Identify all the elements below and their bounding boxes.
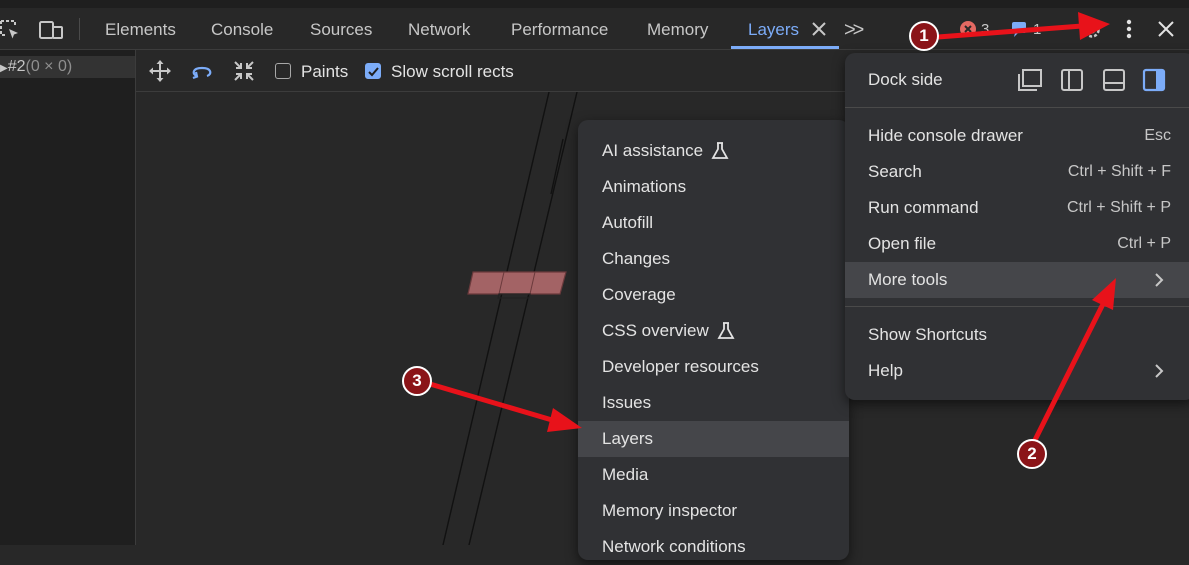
slow-scroll-rects-label: Slow scroll rects <box>391 62 514 81</box>
menu-item-issues[interactable]: Issues <box>578 385 849 421</box>
menu-item-label: More tools <box>868 270 948 289</box>
menu-item-animations[interactable]: Animations <box>578 169 849 205</box>
menu-item-shortcut: Ctrl + Shift + P <box>1066 199 1171 216</box>
tab-network[interactable]: Network <box>408 8 470 50</box>
annotation-badge-1: 1 <box>909 21 939 51</box>
menu-item-shortcut: Esc <box>1144 127 1171 144</box>
menu-item-label: Hide console drawer <box>868 126 1023 145</box>
menu-item-shortcut: Ctrl + P <box>1117 235 1171 252</box>
menu-separator <box>845 107 1189 108</box>
menu-item-label: Issues <box>602 393 652 412</box>
close-devtools-icon[interactable] <box>1156 19 1180 43</box>
menu-item-label: Media <box>602 465 649 484</box>
toolbar-divider <box>79 18 80 40</box>
menu-item-label: Open file <box>868 234 937 253</box>
device-toolbar-icon[interactable] <box>38 18 63 42</box>
experiment-flask-icon <box>710 141 730 161</box>
menu-item-label: Changes <box>602 249 671 268</box>
menu-item-shortcut: Ctrl + Shift + F <box>1067 163 1171 180</box>
paints-checkbox[interactable] <box>275 63 291 79</box>
menu-item-label: Help <box>868 361 903 380</box>
menu-item-show-shortcuts[interactable]: Show Shortcuts <box>845 317 1189 353</box>
annotation-badge-3: 3 <box>402 366 432 396</box>
menu-item-coverage[interactable]: Coverage <box>578 277 849 313</box>
menu-item-label: Show Shortcuts <box>868 325 988 344</box>
layer-outline <box>442 92 578 545</box>
dock-side-row: Dock side <box>845 62 1185 98</box>
customize-menu-icon[interactable] <box>1117 17 1141 41</box>
layer-node-label: #2 <box>7 58 26 75</box>
menu-item-network-conditions[interactable]: Network conditions <box>578 529 849 565</box>
layer-tree-panel: ▶#2(0 × 0) <box>0 50 136 545</box>
menu-item-label: Run command <box>868 198 979 217</box>
slow-scroll-rect <box>467 271 567 299</box>
layer-tree-node[interactable]: ▶#2(0 × 0) <box>0 56 135 78</box>
expand-arrow-icon[interactable]: ▶ <box>0 63 8 74</box>
menu-item-label: Layers <box>602 429 654 448</box>
tab-layers[interactable]: Layers <box>748 8 799 50</box>
message-icon[interactable] <box>1010 20 1034 44</box>
experiment-flask-icon <box>716 321 736 341</box>
settings-icon[interactable] <box>1082 20 1106 44</box>
tab-sources[interactable]: Sources <box>310 8 372 50</box>
reset-view-icon[interactable] <box>232 59 256 83</box>
tab-performance[interactable]: Performance <box>511 8 608 50</box>
menu-item-run-command[interactable]: Run command Ctrl + Shift + P <box>845 190 1189 226</box>
dock-side-label: Dock side <box>868 70 943 89</box>
tab-elements[interactable]: Elements <box>105 8 176 50</box>
customize-devtools-menu: Dock side Hide console drawer Esc Search… <box>845 53 1189 400</box>
menu-item-memory-inspector[interactable]: Memory inspector <box>578 493 849 529</box>
menu-item-css-overview[interactable]: CSS overview <box>578 313 849 349</box>
menu-item-label: Network conditions <box>602 537 746 556</box>
rotate-mode-icon[interactable] <box>189 59 213 83</box>
menu-item-media[interactable]: Media <box>578 457 849 493</box>
window-top-strip <box>0 0 1189 8</box>
layer-node-size: (0 × 0) <box>25 58 73 75</box>
menu-item-label: Autofill <box>602 213 654 232</box>
message-count: 1 <box>1033 21 1042 38</box>
menu-item-label: Coverage <box>602 285 676 304</box>
menu-item-open-file[interactable]: Open file Ctrl + P <box>845 226 1189 262</box>
active-tab-indicator <box>731 46 839 49</box>
menu-item-ai-assistance[interactable]: AI assistance <box>578 133 849 169</box>
menu-item-more-tools[interactable]: More tools <box>845 262 1189 298</box>
dock-left-icon[interactable] <box>1060 68 1084 92</box>
menu-item-label: Animations <box>602 177 687 196</box>
chevron-right-icon <box>1153 363 1165 379</box>
menu-item-help[interactable]: Help <box>845 353 1189 389</box>
dock-right-icon[interactable] <box>1142 68 1166 92</box>
error-icon[interactable] <box>959 20 983 44</box>
undock-icon[interactable] <box>1017 68 1043 92</box>
menu-item-autofill[interactable]: Autofill <box>578 205 849 241</box>
paints-label: Paints <box>301 62 349 81</box>
tab-memory[interactable]: Memory <box>647 8 708 50</box>
dock-bottom-icon[interactable] <box>1102 68 1126 92</box>
annotation-badge-2: 2 <box>1017 439 1047 469</box>
pan-mode-icon[interactable] <box>148 59 172 83</box>
error-count: 3 <box>981 21 990 38</box>
menu-item-label: Search <box>868 162 922 181</box>
inspect-element-icon[interactable] <box>0 18 22 42</box>
more-tabs-button[interactable]: >> <box>844 8 864 50</box>
menu-item-label: Memory inspector <box>602 501 738 520</box>
menu-item-hide-console-drawer[interactable]: Hide console drawer Esc <box>845 118 1189 154</box>
devtools-tab-bar: Elements Console Sources Network Perform… <box>0 8 1189 50</box>
close-tab-icon[interactable] <box>809 19 833 43</box>
menu-item-developer-resources[interactable]: Developer resources <box>578 349 849 385</box>
menu-item-label: AI assistance <box>602 141 704 160</box>
chevron-right-icon <box>1153 272 1165 288</box>
tab-console[interactable]: Console <box>211 8 273 50</box>
slow-scroll-rects-checkbox[interactable] <box>365 63 381 79</box>
more-tools-submenu: AI assistance Animations Autofill Change… <box>578 120 849 560</box>
menu-item-search[interactable]: Search Ctrl + Shift + F <box>845 154 1189 190</box>
menu-item-label: Developer resources <box>602 357 759 376</box>
menu-item-layers[interactable]: Layers <box>578 421 849 457</box>
menu-item-label: CSS overview <box>602 321 709 340</box>
menu-separator <box>845 306 1189 307</box>
menu-item-changes[interactable]: Changes <box>578 241 849 277</box>
